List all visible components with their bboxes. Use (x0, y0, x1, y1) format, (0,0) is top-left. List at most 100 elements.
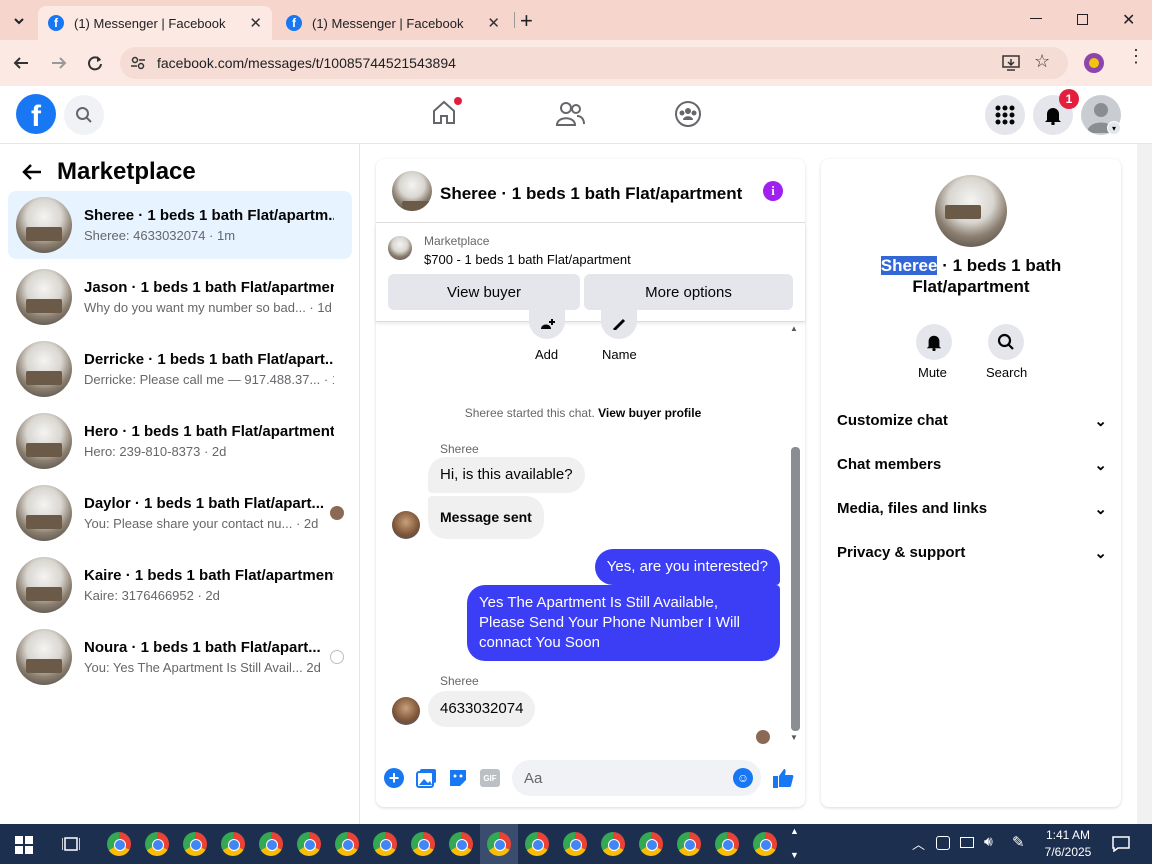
chrome-app-icon[interactable] (601, 832, 625, 856)
info-icon[interactable]: i (763, 181, 783, 201)
chrome-app-icon[interactable] (373, 832, 397, 856)
reload-icon[interactable] (86, 54, 104, 72)
chrome-app-icon[interactable] (411, 832, 435, 856)
back-arrow-icon[interactable] (22, 163, 42, 181)
install-app-icon[interactable] (1002, 54, 1020, 72)
taskbar-scroll-down-icon[interactable]: ▼ (790, 850, 799, 860)
message-bubble-incoming[interactable]: 4633032074 (428, 691, 536, 727)
photo-icon[interactable] (416, 768, 437, 788)
browser-tab[interactable]: f (1) Messenger | Facebook ✕ (276, 6, 510, 40)
view-buyer-profile-link[interactable]: View buyer profile (598, 406, 701, 420)
conversation-item[interactable]: Derricke · 1 beds 1 bath Flat/apart... De… (8, 335, 352, 403)
view-buyer-label: View buyer (447, 283, 521, 301)
add-label: Add (535, 347, 559, 362)
bell-icon (926, 335, 942, 351)
profile-icon (1089, 58, 1099, 68)
meet-now-icon[interactable] (936, 836, 950, 850)
chat-thumbnail[interactable] (392, 171, 432, 211)
message-bubble-incoming[interactable]: Hi, is this available? (428, 457, 585, 493)
view-buyer-button[interactable]: View buyer (388, 274, 580, 310)
pen-icon[interactable]: ✎ (1012, 833, 1025, 851)
search-in-chat-button[interactable] (988, 324, 1024, 360)
details-name-line2: Flat/apartment (912, 277, 1030, 296)
chrome-app-icon[interactable] (107, 832, 131, 856)
notification-center-icon[interactable] (1112, 836, 1130, 852)
site-settings-icon[interactable] (130, 55, 146, 71)
chrome-app-icon[interactable] (449, 832, 473, 856)
show-hidden-icons[interactable]: ︿ (912, 834, 925, 853)
minimize-icon[interactable] (1030, 18, 1042, 19)
taskbar-scroll-up-icon[interactable]: ▲ (790, 826, 799, 836)
conversation-item[interactable]: Kaire · 1 beds 1 bath Flat/apartment Kair… (8, 551, 352, 619)
chrome-app-icon[interactable] (221, 832, 245, 856)
profile-avatar-browser[interactable] (1084, 53, 1104, 73)
menu-button[interactable] (985, 95, 1025, 135)
chrome-app-icon[interactable] (487, 832, 511, 856)
add-people-button[interactable] (529, 309, 565, 339)
conversation-item[interactable]: Hero · 1 beds 1 bath Flat/apartment Hero:… (8, 407, 352, 475)
chrome-app-icon[interactable] (259, 832, 283, 856)
chat-members-section[interactable]: Chat members ⌄ (837, 456, 1107, 474)
groups-icon[interactable] (674, 100, 702, 128)
chrome-app-icon[interactable] (525, 832, 549, 856)
task-view-icon[interactable] (62, 836, 80, 852)
scroll-down-icon[interactable]: ▼ (790, 733, 798, 742)
scrollbar-thumb[interactable] (791, 447, 800, 731)
close-tab-icon[interactable]: ✕ (249, 14, 262, 32)
more-actions-button[interactable]: + (384, 768, 404, 788)
more-options-button[interactable]: More options (584, 274, 793, 310)
browser-menu-icon[interactable]: ⋮ (1127, 47, 1145, 65)
started-text: Sheree started this chat. (464, 406, 595, 420)
nav-home[interactable] (430, 97, 462, 126)
conversation-item[interactable]: Noura · 1 beds 1 bath Flat/apart... You: … (8, 623, 352, 691)
close-window-icon[interactable]: ✕ (1122, 10, 1135, 30)
conversation-item[interactable]: Jason · 1 beds 1 bath Flat/apartment Why … (8, 263, 352, 331)
forward-icon[interactable] (50, 54, 68, 72)
facebook-logo[interactable]: f (16, 94, 56, 134)
tab-list-button[interactable] (8, 10, 30, 32)
chrome-app-icon[interactable] (563, 832, 587, 856)
media-files-links-section[interactable]: Media, files and links ⌄ (837, 500, 1107, 518)
privacy-support-section[interactable]: Privacy & support ⌄ (837, 544, 1107, 562)
conversation-item[interactable]: Daylor · 1 beds 1 bath Flat/apart... You:… (8, 479, 352, 547)
close-tab-icon[interactable]: ✕ (487, 14, 500, 32)
volume-icon[interactable]: 🔊︎ (984, 833, 993, 850)
mute-button[interactable] (916, 324, 952, 360)
network-icon[interactable] (960, 837, 974, 848)
restore-icon[interactable] (1077, 14, 1088, 25)
windows-start-icon[interactable] (15, 836, 33, 854)
message-bubble-outgoing[interactable]: Yes The Apartment Is Still Available, Pl… (467, 585, 780, 661)
page-scrollbar[interactable] (1137, 144, 1152, 824)
conversation-item[interactable]: Sheree · 1 beds 1 bath Flat/apartm... She… (8, 191, 352, 259)
details-thumbnail[interactable] (935, 175, 1007, 247)
chrome-app-icon[interactable] (335, 832, 359, 856)
sticker-icon[interactable] (448, 768, 468, 788)
new-tab-icon[interactable]: + (520, 8, 533, 34)
bookmark-star-icon[interactable]: ☆ (1034, 51, 1050, 72)
friends-icon[interactable] (555, 101, 585, 127)
chrome-app-icon[interactable] (297, 832, 321, 856)
clock[interactable]: 1:41 AM 7/6/2025 (1036, 827, 1100, 861)
thumbs-up-icon[interactable] (772, 767, 794, 789)
account-chevron-icon[interactable]: ▾ (1107, 121, 1121, 135)
chat-title[interactable]: Sheree · 1 beds 1 bath Flat/apartment (440, 184, 742, 204)
chat-started-notice: Sheree started this chat. View buyer pro… (376, 406, 790, 420)
browser-tab-active[interactable]: f (1) Messenger | Facebook ✕ (38, 6, 272, 40)
chrome-app-icon[interactable] (145, 832, 169, 856)
message-input[interactable]: Aa ☺ (512, 760, 761, 796)
chrome-app-icon[interactable] (183, 832, 207, 856)
chrome-app-icon[interactable] (753, 832, 777, 856)
scroll-up-icon[interactable]: ▲ (790, 324, 798, 333)
search-button[interactable] (64, 95, 104, 135)
customize-chat-section[interactable]: Customize chat ⌄ (837, 412, 1107, 430)
chrome-app-icon[interactable] (639, 832, 663, 856)
gif-icon[interactable]: GIF (480, 769, 500, 787)
chrome-app-icon[interactable] (715, 832, 739, 856)
message-bubble-outgoing[interactable]: Yes, are you interested? (594, 549, 780, 585)
back-icon[interactable] (12, 54, 30, 72)
address-bar[interactable]: facebook.com/messages/t/1008574452154389… (120, 47, 1068, 79)
emoji-icon[interactable]: ☺ (733, 768, 753, 788)
message-bubble-incoming[interactable]: Message sent (428, 496, 544, 539)
name-button[interactable] (601, 309, 637, 339)
chrome-app-icon[interactable] (677, 832, 701, 856)
